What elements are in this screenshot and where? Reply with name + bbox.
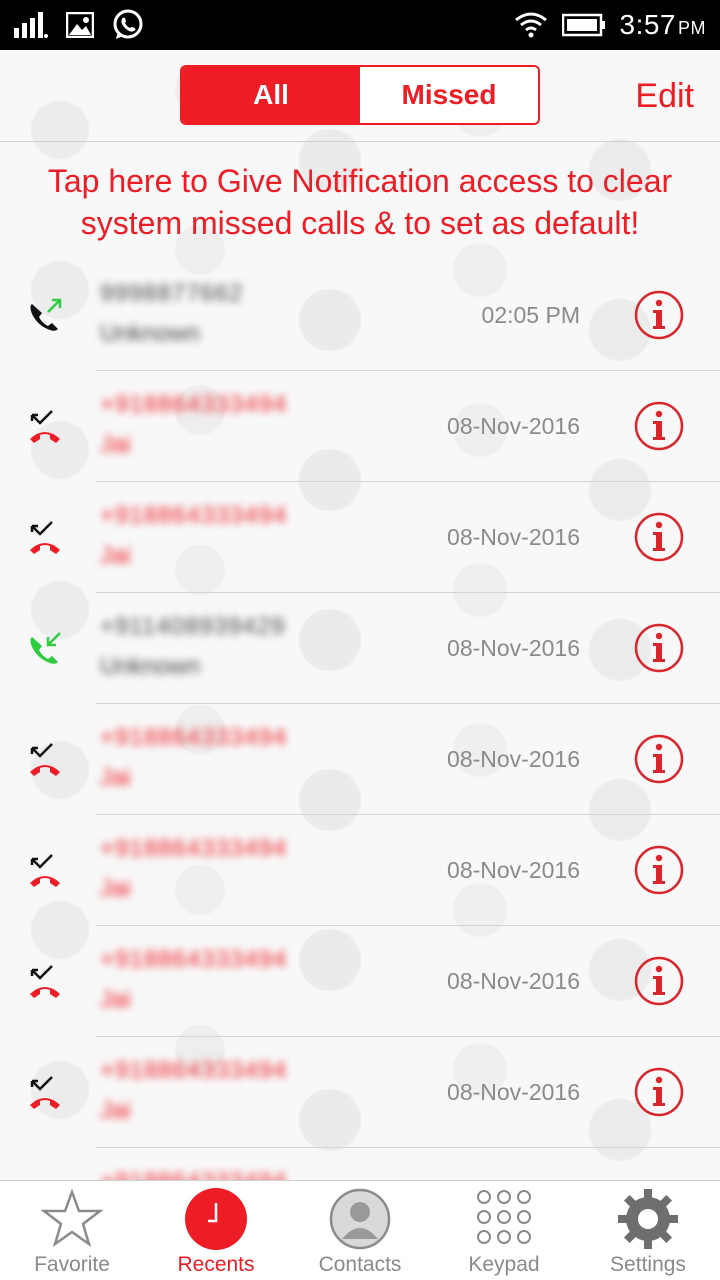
tab-label-recents: Recents	[177, 1253, 255, 1276]
call-log-row[interactable]: +918864333494 Jai 08-Nov-2016	[0, 482, 720, 593]
info-icon[interactable]	[634, 956, 684, 1006]
missed-call-icon	[30, 743, 60, 776]
missed-call-icon	[30, 965, 60, 998]
info-icon[interactable]	[634, 734, 684, 784]
call-timestamp: 08-Nov-2016	[447, 857, 580, 883]
whatsapp-icon	[113, 9, 143, 39]
bottom-tab-bar: Favorite Recents Contacts Keypad Setting…	[0, 1180, 720, 1280]
call-number: +918864333494	[100, 724, 288, 751]
person-icon	[329, 1188, 391, 1250]
status-time: 3:57 PM	[619, 9, 706, 40]
tab-contacts[interactable]: Contacts	[288, 1181, 432, 1280]
call-log-row[interactable]: +918864333494	[0, 1148, 720, 1180]
keypad-icon	[477, 1190, 531, 1244]
call-number: +911408939429	[100, 613, 286, 640]
missed-call-icon	[30, 410, 60, 443]
info-icon[interactable]	[634, 845, 684, 895]
call-timestamp: 08-Nov-2016	[447, 635, 580, 661]
banner-line-2: system missed calls & to set as default!	[80, 205, 640, 241]
missed-call-icon	[30, 521, 60, 554]
info-icon[interactable]	[634, 623, 684, 673]
outgoing-call-icon	[30, 298, 62, 331]
header: All Missed Edit	[0, 50, 720, 142]
call-contact-name: Jai	[100, 875, 131, 902]
call-contact-name: Unknown	[100, 653, 201, 680]
tab-missed[interactable]: Missed	[360, 67, 538, 123]
banner-line-1: Tap here to Give Notification access to …	[47, 163, 673, 199]
call-number: 9998877662	[100, 280, 244, 307]
missed-call-icon	[30, 1076, 60, 1109]
call-contact-name: Jai	[100, 1097, 131, 1124]
call-log-row[interactable]: +918864333494 Jai 08-Nov-2016	[0, 371, 720, 482]
battery-icon	[561, 13, 605, 37]
call-number: +918864333494	[100, 502, 288, 529]
call-contact-name: Unknown	[100, 320, 201, 347]
tab-keypad[interactable]: Keypad	[432, 1181, 576, 1280]
tab-label-keypad: Keypad	[468, 1253, 540, 1276]
gallery-icon	[66, 12, 94, 38]
tab-recents[interactable]: Recents	[144, 1181, 288, 1280]
call-log-row[interactable]: +918864333494 Jai 08-Nov-2016	[0, 704, 720, 815]
call-contact-name: Jai	[100, 764, 131, 791]
call-log-row[interactable]: +918864333494 Jai 08-Nov-2016	[0, 815, 720, 926]
gear-icon	[618, 1189, 678, 1249]
edit-button[interactable]: Edit	[635, 77, 694, 116]
call-number: +918864333494	[100, 946, 288, 973]
status-bar: 3:57 PM	[0, 0, 720, 50]
call-timestamp: 02:05 PM	[481, 302, 580, 328]
call-log-row[interactable]: 9998877662 Unknown 02:05 PM	[0, 260, 720, 371]
missed-call-icon	[30, 854, 60, 887]
call-log-row[interactable]: +918864333494 Jai 08-Nov-2016	[0, 1037, 720, 1148]
call-list: 9998877662 Unknown 02:05 PM +918864333494 Ja…	[0, 260, 720, 1180]
call-log-row[interactable]: +918864333494 Jai 08-Nov-2016	[0, 926, 720, 1037]
call-contact-name: Jai	[100, 986, 131, 1013]
call-number: +918864333494	[100, 1168, 287, 1180]
info-icon[interactable]	[634, 512, 684, 562]
call-timestamp: 08-Nov-2016	[447, 524, 580, 550]
notification-access-banner[interactable]: Tap here to Give Notification access to …	[0, 160, 720, 246]
call-log-row[interactable]: +911408939429 Unknown 08-Nov-2016	[0, 593, 720, 704]
call-contact-name: Jai	[100, 542, 131, 569]
call-number: +918864333494	[100, 835, 288, 862]
tab-label-settings: Settings	[610, 1253, 686, 1276]
signal-icon	[14, 12, 48, 38]
tab-label-contacts: Contacts	[318, 1253, 402, 1276]
call-number: +918864333494	[100, 1057, 288, 1084]
info-icon[interactable]	[634, 1067, 684, 1117]
call-timestamp: 08-Nov-2016	[447, 413, 580, 439]
info-icon[interactable]	[634, 401, 684, 451]
call-timestamp: 08-Nov-2016	[447, 1079, 580, 1105]
call-contact-name: Jai	[100, 431, 131, 458]
info-icon[interactable]	[634, 290, 684, 340]
clock-icon	[185, 1188, 247, 1250]
call-filter-segmented-control: All Missed	[180, 65, 540, 125]
call-timestamp: 08-Nov-2016	[447, 746, 580, 772]
star-icon	[40, 1188, 104, 1248]
wifi-icon	[514, 12, 547, 38]
tab-all[interactable]: All	[182, 67, 360, 123]
incoming-call-icon	[30, 632, 61, 664]
tab-settings[interactable]: Settings	[576, 1181, 720, 1280]
tab-label-favorite: Favorite	[34, 1253, 110, 1276]
tab-favorite[interactable]: Favorite	[0, 1181, 144, 1280]
call-number: +918864333494	[100, 391, 288, 418]
call-timestamp: 08-Nov-2016	[447, 968, 580, 994]
